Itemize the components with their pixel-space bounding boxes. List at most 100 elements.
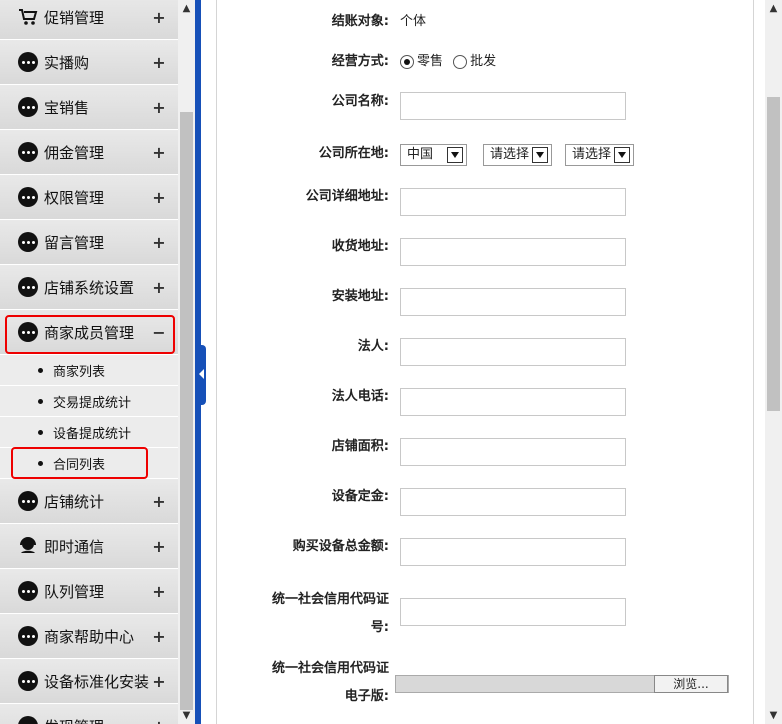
dots-icon — [18, 716, 38, 724]
credit-ecopy-label-2: 电子版: — [344, 689, 389, 704]
device-total-input[interactable] — [400, 538, 626, 566]
subitem-device-commission-stats[interactable]: 设备提成统计 — [0, 417, 178, 448]
bullet-icon — [38, 398, 43, 404]
store-area-input[interactable] — [400, 438, 626, 466]
credit-code-label: 统一社会信用代码证 — [271, 592, 389, 607]
subitem-label: 交易提成统计 — [53, 395, 132, 411]
headset-icon — [18, 536, 38, 556]
subitem-trade-commission-stats[interactable]: 交易提成统计 — [0, 386, 178, 417]
dots-icon — [18, 97, 38, 117]
page-scrollbar[interactable]: ▲ ▼ — [765, 0, 782, 724]
retail-label: 零售 — [417, 54, 444, 69]
sidebar-item-merchant-members[interactable]: 商家成员管理 − — [0, 310, 178, 355]
merchant-form: 结账对象: 个体 经营方式: 零售 批发 公司名称: 公司所在地: 中国 请选择… — [216, 0, 754, 724]
sidebar-item-help-center[interactable]: 商家帮助中心 + — [0, 614, 178, 659]
expand-icon[interactable]: + — [152, 188, 166, 207]
subitem-merchant-list[interactable]: 商家列表 — [0, 355, 178, 386]
business-label: 经营方式: — [331, 54, 389, 69]
expand-icon[interactable]: + — [152, 582, 166, 601]
install-address-input[interactable] — [400, 288, 626, 316]
sidebar-item-live-buy[interactable]: 实播购 + — [0, 40, 178, 85]
company-name-label: 公司名称: — [331, 94, 389, 109]
subitem-label: 设备提成统计 — [53, 426, 132, 442]
browse-button[interactable]: 浏览... — [654, 675, 728, 693]
sidebar-item-label: 佣金管理 — [44, 143, 105, 162]
company-address-label: 公司详细地址: — [305, 189, 389, 204]
sidebar-item-queue[interactable]: 队列管理 + — [0, 569, 178, 614]
city-select[interactable]: 请选择 — [565, 144, 634, 166]
sidebar-item-permissions[interactable]: 权限管理 + — [0, 175, 178, 220]
bullet-icon — [38, 367, 43, 373]
sidebar-scrollbar[interactable]: ▲ ▼ — [178, 0, 195, 724]
chevron-down-icon — [447, 147, 463, 163]
scroll-up-icon[interactable]: ▲ — [178, 0, 195, 17]
sidebar-item-label: 设备标准化安装 — [44, 672, 150, 691]
legal-person-input[interactable] — [400, 338, 626, 366]
chevron-down-icon — [614, 147, 630, 163]
company-name-input[interactable] — [400, 92, 626, 120]
sidebar-item-messages[interactable]: 留言管理 + — [0, 220, 178, 265]
sidebar-item-commission[interactable]: 佣金管理 + — [0, 130, 178, 175]
install-address-label: 安装地址: — [331, 289, 389, 304]
sidebar-item-discover[interactable]: 发现管理 + — [0, 704, 178, 724]
country-select[interactable]: 中国 — [400, 144, 467, 166]
sidebar-item-label: 留言管理 — [44, 233, 105, 252]
expand-icon[interactable]: + — [152, 98, 166, 117]
sidebar-item-label: 促销管理 — [44, 8, 105, 27]
store-area-label: 店铺面积: — [331, 439, 389, 454]
device-deposit-input[interactable] — [400, 488, 626, 516]
expand-icon[interactable]: + — [152, 233, 166, 252]
expand-icon[interactable]: + — [152, 537, 166, 556]
scroll-up-icon[interactable]: ▲ — [765, 0, 782, 17]
legal-phone-input[interactable] — [400, 388, 626, 416]
subitem-contract-list[interactable]: 合同列表 — [0, 448, 178, 479]
dots-icon — [18, 52, 38, 72]
dots-icon — [18, 277, 38, 297]
scrollbar-thumb[interactable] — [767, 97, 780, 411]
scroll-down-icon[interactable]: ▼ — [178, 707, 195, 724]
sidebar-item-instant-messaging[interactable]: 即时通信 + — [0, 524, 178, 569]
expand-icon[interactable]: + — [152, 278, 166, 297]
dots-icon — [18, 581, 38, 601]
credit-ecopy-label: 统一社会信用代码证 — [271, 661, 389, 676]
collapse-icon[interactable]: − — [152, 323, 166, 342]
file-upload-field[interactable]: 浏览... — [395, 675, 729, 693]
subitem-label: 商家列表 — [53, 364, 106, 380]
expand-icon[interactable]: + — [152, 143, 166, 162]
expand-icon[interactable]: + — [152, 53, 166, 72]
sidebar-item-promotion[interactable]: 促销管理 + — [0, 0, 178, 40]
wholesale-radio[interactable] — [453, 54, 468, 69]
shipping-address-label: 收货地址: — [331, 239, 389, 254]
expand-icon[interactable]: + — [152, 492, 166, 511]
bullet-icon — [38, 429, 43, 435]
chevron-down-icon — [532, 147, 548, 163]
collapse-sidebar-handle[interactable] — [196, 345, 206, 405]
credit-code-label-2: 号: — [370, 620, 389, 635]
subitem-label: 合同列表 — [53, 457, 106, 473]
company-location-label: 公司所在地: — [318, 146, 389, 161]
sidebar-item-treasure-sales[interactable]: 宝销售 + — [0, 85, 178, 130]
settle-label: 结账对象: — [331, 14, 389, 29]
credit-code-input[interactable] — [400, 598, 626, 626]
sidebar-item-label: 权限管理 — [44, 188, 105, 207]
province-select[interactable]: 请选择 — [483, 144, 552, 166]
sidebar-nav: 促销管理 + 实播购 + 宝销售 + 佣金管理 + 权限管理 + 留言管理 + — [0, 0, 178, 724]
sidebar-item-device-install[interactable]: 设备标准化安装 + — [0, 659, 178, 704]
company-address-input[interactable] — [400, 188, 626, 216]
retail-radio[interactable] — [400, 54, 414, 69]
device-deposit-label: 设备定金: — [331, 489, 389, 504]
scrollbar-thumb[interactable] — [180, 112, 193, 710]
wholesale-label: 批发 — [470, 54, 497, 69]
dots-icon — [18, 491, 38, 511]
settle-value: 个体 — [400, 14, 427, 29]
expand-icon[interactable]: + — [152, 627, 166, 646]
expand-icon[interactable]: + — [152, 717, 166, 724]
sidebar-item-store-settings[interactable]: 店铺系统设置 + — [0, 265, 178, 310]
shipping-address-input[interactable] — [400, 238, 626, 266]
legal-phone-label: 法人电话: — [331, 389, 389, 404]
dots-icon — [18, 626, 38, 646]
scroll-down-icon[interactable]: ▼ — [765, 707, 782, 724]
expand-icon[interactable]: + — [152, 672, 166, 691]
sidebar-item-store-stats[interactable]: 店铺统计 + — [0, 479, 178, 524]
expand-icon[interactable]: + — [152, 8, 166, 27]
